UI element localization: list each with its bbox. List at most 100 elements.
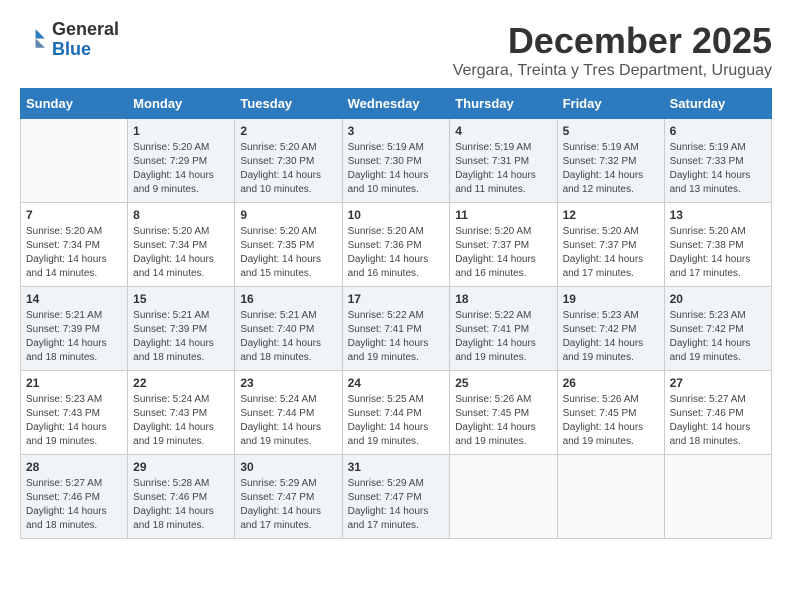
- month-title: December 2025: [453, 20, 772, 62]
- day-info: Sunrise: 5:29 AM Sunset: 7:47 PM Dayligh…: [240, 477, 336, 533]
- day-number: 23: [240, 376, 336, 390]
- calendar-cell: 10 Sunrise: 5:20 AM Sunset: 7:36 PM Dayl…: [342, 203, 450, 287]
- calendar-cell: 12 Sunrise: 5:20 AM Sunset: 7:37 PM Dayl…: [557, 203, 664, 287]
- sunrise-text: Sunrise: 5:20 AM: [670, 226, 746, 237]
- calendar-cell: 7 Sunrise: 5:20 AM Sunset: 7:34 PM Dayli…: [21, 203, 128, 287]
- day-info: Sunrise: 5:20 AM Sunset: 7:36 PM Dayligh…: [348, 225, 445, 281]
- day-number: 30: [240, 460, 336, 474]
- sunrise-text: Sunrise: 5:26 AM: [563, 394, 639, 405]
- sunrise-text: Sunrise: 5:20 AM: [348, 226, 424, 237]
- weekday-header-tuesday: Tuesday: [235, 89, 342, 119]
- calendar-cell: 1 Sunrise: 5:20 AM Sunset: 7:29 PM Dayli…: [128, 119, 235, 203]
- day-info: Sunrise: 5:20 AM Sunset: 7:38 PM Dayligh…: [670, 225, 766, 281]
- sunrise-text: Sunrise: 5:19 AM: [348, 142, 424, 153]
- calendar-cell: 24 Sunrise: 5:25 AM Sunset: 7:44 PM Dayl…: [342, 371, 450, 455]
- day-info: Sunrise: 5:20 AM Sunset: 7:34 PM Dayligh…: [133, 225, 229, 281]
- day-number: 28: [26, 460, 122, 474]
- daylight-text: Daylight: 14 hours and 19 minutes.: [563, 422, 644, 447]
- sunset-text: Sunset: 7:30 PM: [240, 156, 314, 167]
- weekday-header-friday: Friday: [557, 89, 664, 119]
- day-info: Sunrise: 5:19 AM Sunset: 7:30 PM Dayligh…: [348, 141, 445, 197]
- daylight-text: Daylight: 14 hours and 10 minutes.: [348, 170, 429, 195]
- title-section: December 2025 Vergara, Treinta y Tres De…: [453, 20, 772, 80]
- calendar-cell: [450, 455, 557, 539]
- calendar-cell: 22 Sunrise: 5:24 AM Sunset: 7:43 PM Dayl…: [128, 371, 235, 455]
- calendar-cell: 14 Sunrise: 5:21 AM Sunset: 7:39 PM Dayl…: [21, 287, 128, 371]
- day-number: 2: [240, 124, 336, 138]
- day-info: Sunrise: 5:21 AM Sunset: 7:40 PM Dayligh…: [240, 309, 336, 365]
- sunrise-text: Sunrise: 5:20 AM: [26, 226, 102, 237]
- page-header: General Blue December 2025 Vergara, Trei…: [20, 20, 772, 80]
- daylight-text: Daylight: 14 hours and 19 minutes.: [240, 422, 321, 447]
- day-info: Sunrise: 5:21 AM Sunset: 7:39 PM Dayligh…: [133, 309, 229, 365]
- day-number: 1: [133, 124, 229, 138]
- sunset-text: Sunset: 7:32 PM: [563, 156, 637, 167]
- calendar-cell: 27 Sunrise: 5:27 AM Sunset: 7:46 PM Dayl…: [664, 371, 771, 455]
- calendar-cell: 15 Sunrise: 5:21 AM Sunset: 7:39 PM Dayl…: [128, 287, 235, 371]
- calendar-cell: 17 Sunrise: 5:22 AM Sunset: 7:41 PM Dayl…: [342, 287, 450, 371]
- day-info: Sunrise: 5:20 AM Sunset: 7:35 PM Dayligh…: [240, 225, 336, 281]
- sunrise-text: Sunrise: 5:26 AM: [455, 394, 531, 405]
- day-number: 31: [348, 460, 445, 474]
- weekday-header-row: SundayMondayTuesdayWednesdayThursdayFrid…: [21, 89, 772, 119]
- day-number: 29: [133, 460, 229, 474]
- daylight-text: Daylight: 14 hours and 18 minutes.: [26, 506, 107, 531]
- day-info: Sunrise: 5:29 AM Sunset: 7:47 PM Dayligh…: [348, 477, 445, 533]
- daylight-text: Daylight: 14 hours and 18 minutes.: [670, 422, 751, 447]
- daylight-text: Daylight: 14 hours and 18 minutes.: [133, 338, 214, 363]
- calendar-cell: 5 Sunrise: 5:19 AM Sunset: 7:32 PM Dayli…: [557, 119, 664, 203]
- day-info: Sunrise: 5:20 AM Sunset: 7:37 PM Dayligh…: [563, 225, 659, 281]
- day-info: Sunrise: 5:24 AM Sunset: 7:43 PM Dayligh…: [133, 393, 229, 449]
- sunrise-text: Sunrise: 5:19 AM: [563, 142, 639, 153]
- calendar-cell: 9 Sunrise: 5:20 AM Sunset: 7:35 PM Dayli…: [235, 203, 342, 287]
- sunset-text: Sunset: 7:34 PM: [133, 240, 207, 251]
- weekday-header-sunday: Sunday: [21, 89, 128, 119]
- sunset-text: Sunset: 7:46 PM: [670, 408, 744, 419]
- day-number: 21: [26, 376, 122, 390]
- sunrise-text: Sunrise: 5:28 AM: [133, 478, 209, 489]
- daylight-text: Daylight: 14 hours and 19 minutes.: [348, 338, 429, 363]
- sunset-text: Sunset: 7:39 PM: [133, 324, 207, 335]
- sunset-text: Sunset: 7:46 PM: [26, 492, 100, 503]
- day-info: Sunrise: 5:25 AM Sunset: 7:44 PM Dayligh…: [348, 393, 445, 449]
- calendar-cell: 18 Sunrise: 5:22 AM Sunset: 7:41 PM Dayl…: [450, 287, 557, 371]
- sunrise-text: Sunrise: 5:21 AM: [26, 310, 102, 321]
- sunrise-text: Sunrise: 5:19 AM: [455, 142, 531, 153]
- day-info: Sunrise: 5:20 AM Sunset: 7:30 PM Dayligh…: [240, 141, 336, 197]
- sunset-text: Sunset: 7:43 PM: [133, 408, 207, 419]
- day-number: 6: [670, 124, 766, 138]
- day-number: 8: [133, 208, 229, 222]
- day-info: Sunrise: 5:20 AM Sunset: 7:29 PM Dayligh…: [133, 141, 229, 197]
- sunset-text: Sunset: 7:47 PM: [348, 492, 422, 503]
- day-info: Sunrise: 5:22 AM Sunset: 7:41 PM Dayligh…: [455, 309, 551, 365]
- sunset-text: Sunset: 7:37 PM: [455, 240, 529, 251]
- day-number: 22: [133, 376, 229, 390]
- day-info: Sunrise: 5:26 AM Sunset: 7:45 PM Dayligh…: [455, 393, 551, 449]
- day-number: 12: [563, 208, 659, 222]
- sunrise-text: Sunrise: 5:20 AM: [240, 226, 316, 237]
- day-info: Sunrise: 5:26 AM Sunset: 7:45 PM Dayligh…: [563, 393, 659, 449]
- day-number: 27: [670, 376, 766, 390]
- day-info: Sunrise: 5:27 AM Sunset: 7:46 PM Dayligh…: [26, 477, 122, 533]
- calendar-week-2: 7 Sunrise: 5:20 AM Sunset: 7:34 PM Dayli…: [21, 203, 772, 287]
- day-info: Sunrise: 5:19 AM Sunset: 7:33 PM Dayligh…: [670, 141, 766, 197]
- day-info: Sunrise: 5:20 AM Sunset: 7:37 PM Dayligh…: [455, 225, 551, 281]
- daylight-text: Daylight: 14 hours and 19 minutes.: [26, 422, 107, 447]
- calendar-cell: 20 Sunrise: 5:23 AM Sunset: 7:42 PM Dayl…: [664, 287, 771, 371]
- day-number: 11: [455, 208, 551, 222]
- day-info: Sunrise: 5:23 AM Sunset: 7:42 PM Dayligh…: [563, 309, 659, 365]
- logo-blue-text: Blue: [52, 39, 91, 59]
- daylight-text: Daylight: 14 hours and 11 minutes.: [455, 170, 536, 195]
- day-number: 9: [240, 208, 336, 222]
- calendar-cell: [557, 455, 664, 539]
- daylight-text: Daylight: 14 hours and 17 minutes.: [563, 254, 644, 279]
- sunrise-text: Sunrise: 5:22 AM: [348, 310, 424, 321]
- calendar-cell: 16 Sunrise: 5:21 AM Sunset: 7:40 PM Dayl…: [235, 287, 342, 371]
- day-number: 7: [26, 208, 122, 222]
- sunrise-text: Sunrise: 5:19 AM: [670, 142, 746, 153]
- day-number: 3: [348, 124, 445, 138]
- daylight-text: Daylight: 14 hours and 17 minutes.: [240, 506, 321, 531]
- calendar-cell: 31 Sunrise: 5:29 AM Sunset: 7:47 PM Dayl…: [342, 455, 450, 539]
- sunrise-text: Sunrise: 5:27 AM: [670, 394, 746, 405]
- day-info: Sunrise: 5:21 AM Sunset: 7:39 PM Dayligh…: [26, 309, 122, 365]
